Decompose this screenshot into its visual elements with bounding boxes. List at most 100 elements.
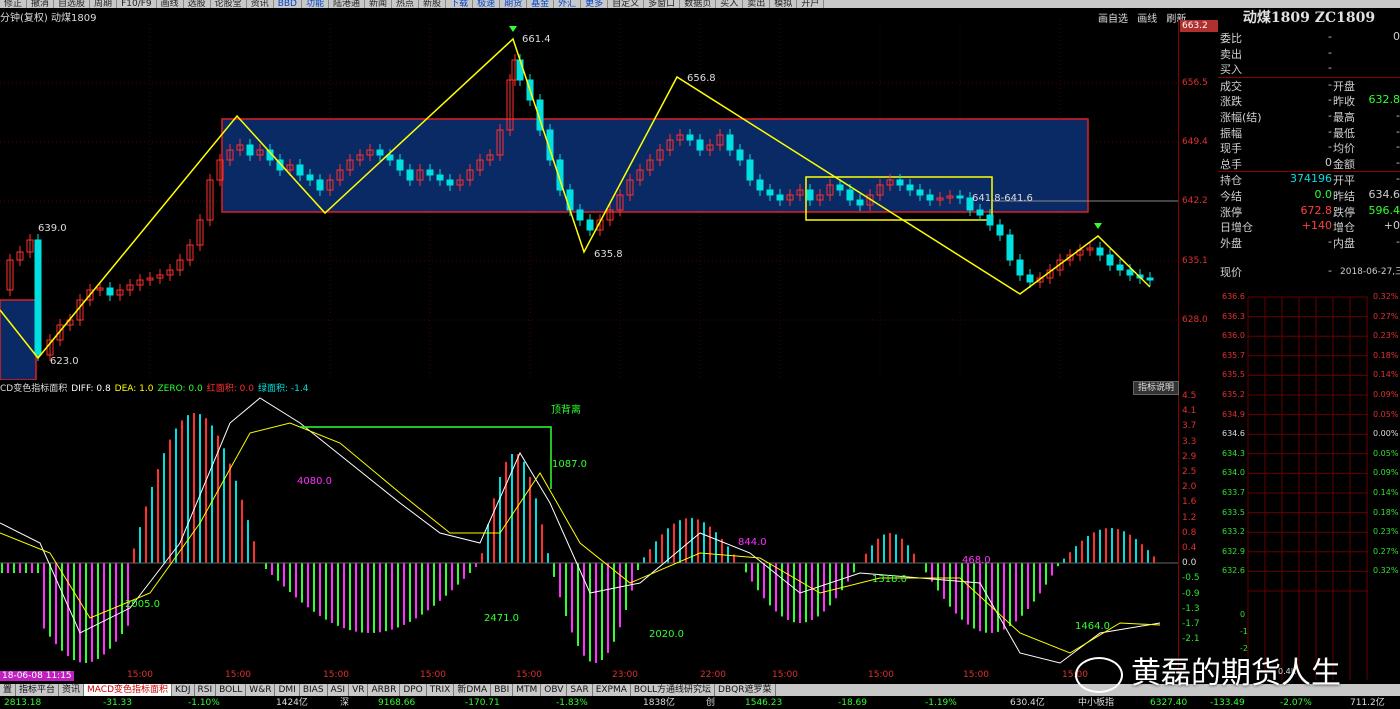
quote-label: 振幅 (1220, 126, 1242, 140)
status-item: 711.2亿 (1350, 698, 1385, 708)
mini-price-label: 636.3 (1222, 311, 1245, 321)
status-item: 2813.18 (4, 698, 42, 708)
quote-value: - (1328, 124, 1332, 138)
indicator-tab[interactable]: 指标平台 (16, 684, 60, 696)
quote-label: 涨幅(结) (1220, 110, 1262, 124)
indicator-tab[interactable]: MTM (513, 684, 542, 696)
toolbar-item[interactable]: 基金 (527, 0, 555, 8)
indicator-tab[interactable]: BBI (491, 684, 514, 696)
price-axis-label: 649.4 (1182, 137, 1208, 147)
quote-label: 总手 (1220, 157, 1242, 171)
price-row-v: - (1328, 264, 1332, 278)
indicator-tab[interactable]: SAR (567, 684, 593, 696)
toolbar-item[interactable]: 热点 (392, 0, 420, 8)
quote-row: 成交 - 开盘 (1218, 78, 1400, 94)
macd-axis-label: 4.5 (1182, 391, 1197, 401)
toolbar-item[interactable]: 功能 (302, 0, 329, 8)
indicator-tab[interactable]: BOLL (216, 684, 247, 696)
indicator-tab[interactable]: TRIX (427, 684, 455, 696)
candle-body (976, 209, 984, 216)
toolbar-item[interactable]: 选股 (184, 0, 211, 8)
macd-axis-label: 0.0 (1182, 558, 1197, 569)
quote-label: 跌停 (1333, 205, 1355, 219)
quote-row: 今结 0.0 昨结 634.6 (1218, 188, 1400, 204)
toolbar-item[interactable]: 期货 (500, 0, 528, 8)
candle-body (576, 209, 584, 221)
toolbar-item[interactable]: 开户 (797, 0, 825, 8)
indicator-tab[interactable]: 资讯 (59, 684, 85, 696)
toolbar-item[interactable]: 多窗口 (644, 0, 681, 8)
candle-body (426, 169, 434, 176)
toolbar-item[interactable]: 修正 (0, 0, 28, 8)
candle-body (846, 189, 854, 201)
indicator-tab[interactable]: ASI (328, 684, 350, 696)
tool-draw[interactable]: 画线 (1137, 14, 1157, 25)
toolbar-item[interactable]: 论股堂 (211, 0, 247, 8)
candle-body (1116, 264, 1124, 271)
indicator-tab[interactable]: DPO (400, 684, 427, 696)
toolbar-item[interactable]: 撤消 (27, 0, 55, 8)
indicator-tab[interactable]: RSI (195, 684, 217, 696)
toolbar-item[interactable]: 外汇 (554, 0, 582, 8)
status-item: -1.83% (556, 698, 588, 708)
candle-body (746, 159, 754, 181)
status-item: -133.49 (1210, 698, 1245, 708)
quote-row: 日增仓 +140 增仓 +0 (1218, 219, 1400, 235)
quote-row: 委比 - 0 (1218, 30, 1400, 46)
indicator-tab[interactable]: ARBR (368, 684, 401, 696)
price-point-label: 623.0 (50, 356, 79, 367)
indicator-tab[interactable]: BOLL方通线研究坛 (631, 684, 716, 696)
macd-axis-label: 2.0 (1182, 482, 1197, 493)
candle-body (1016, 259, 1024, 276)
candle-body (916, 189, 924, 196)
mini-pct-label: 0.05% (1373, 448, 1399, 458)
macd-chart[interactable]: 顶背离 4080.0 1087.0 2005.0 2471.0 2020.0 844.0 13… (0, 393, 1178, 668)
quote-row: 振幅 - 最低 - (1218, 125, 1400, 141)
indicator-tab[interactable]: 置 (0, 684, 17, 696)
macd-axis-label: 2.9 (1182, 451, 1197, 462)
quote-row: 涨幅(结) - 最高 - (1218, 109, 1400, 125)
indicator-tab[interactable]: BIAS (300, 684, 328, 696)
toolbar-item[interactable]: 画线 (157, 0, 184, 8)
indicator-tab[interactable]: EXPMA (593, 684, 631, 696)
quote-row: 涨跌 - 昨收 632.8 (1218, 93, 1400, 109)
indicator-tab[interactable]: W&R (246, 684, 276, 696)
toolbar-item[interactable]: BBD (274, 0, 302, 8)
indicator-tab[interactable]: KDJ (172, 684, 195, 696)
candlestick-chart[interactable]: 661.4 656.8 623.0 635.8 639.0 641.8-641.6 (0, 20, 1178, 380)
toolbar-item[interactable]: 自选股 (54, 0, 91, 8)
quote-panel: 委比 -0 卖出 - 买入 - 成交 - 开盘 涨跌 - 昨收 632.8 涨幅(结) - 最高 - 振幅 - 最低 -… (1218, 30, 1400, 280)
indicator-tab[interactable]: OBV (541, 684, 568, 696)
toolbar-item[interactable]: 数据页 (680, 0, 717, 8)
indicator-tab[interactable]: MACD变色指标面积 (84, 684, 173, 696)
toolbar-item[interactable]: 自定义 (608, 0, 645, 8)
toolbar-item[interactable]: 卖出 (743, 0, 771, 8)
candle-body (686, 134, 694, 141)
toolbar-item[interactable]: 资讯 (247, 0, 274, 8)
status-item: 1838亿 (643, 698, 675, 708)
toolbar-item[interactable]: 模拟 (770, 0, 798, 8)
toolbar-item[interactable]: 新股 (419, 0, 447, 8)
toolbar-item[interactable]: 极速 (473, 0, 501, 8)
time-axis-label: 15:00 (516, 670, 542, 680)
quote-row: 持仓 374196 开平 - (1218, 172, 1400, 188)
indicator-tab[interactable]: 新DMA (454, 684, 492, 696)
toolbar-item[interactable]: F10/F9 (117, 0, 157, 8)
indicator-tab[interactable]: VR (349, 684, 369, 696)
macd-annotation: 4080.0 (297, 476, 332, 487)
toolbar-item[interactable]: 周期 (90, 0, 118, 8)
indicator-tab[interactable]: DBQR遮罗菜 (715, 684, 776, 696)
quote-label: 均价 (1333, 142, 1355, 156)
price-point-label: 656.8 (687, 73, 716, 84)
candle-body (436, 174, 444, 181)
mini-price-label: 634.3 (1222, 448, 1245, 458)
toolbar-item[interactable]: 更多 (581, 0, 609, 8)
mini-low-label: -1 (1240, 627, 1248, 636)
toolbar-item[interactable]: 陆港通 (329, 0, 366, 8)
tool-add-watch[interactable]: 画自选 (1098, 14, 1128, 25)
toolbar-item[interactable]: 买入 (716, 0, 744, 8)
toolbar-item[interactable]: 下载 (446, 0, 474, 8)
date-tag: 18-06-08 11:15 (0, 671, 74, 681)
indicator-tab[interactable]: DMI (275, 684, 300, 696)
toolbar-item[interactable]: 新闻 (365, 0, 393, 8)
